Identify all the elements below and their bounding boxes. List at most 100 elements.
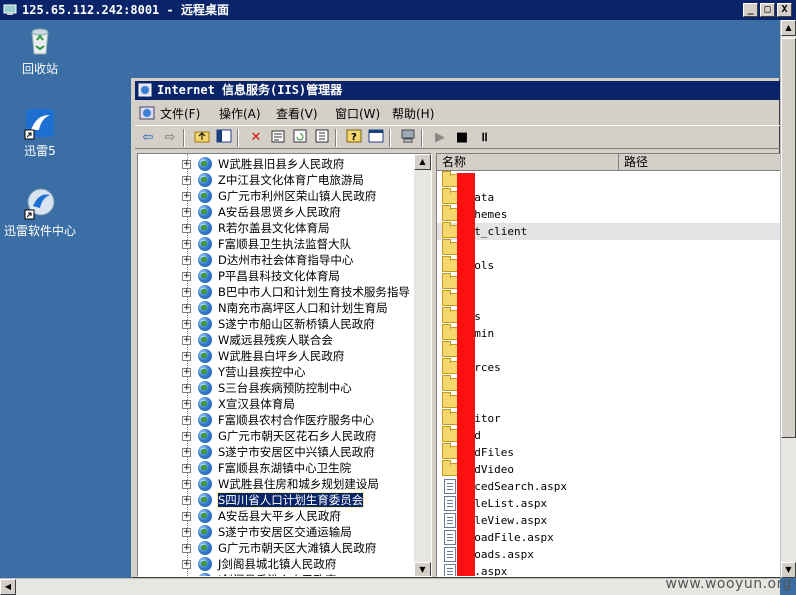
minimize-button[interactable]: _ [743, 3, 758, 17]
tree-item[interactable]: + S遂宁市安居区中兴镇人民政府 [138, 444, 414, 460]
computer-icon[interactable] [399, 129, 417, 147]
folder-row[interactable]: ls [437, 392, 780, 410]
folder-row[interactable]: ources [437, 358, 780, 376]
back-icon[interactable]: ⇦ [139, 129, 157, 147]
desktop-icon-thunder[interactable]: 迅雷5 [2, 106, 78, 158]
tree-vertical-scrollbar[interactable]: ▲ ▼ [414, 154, 431, 576]
expand-plus-icon[interactable]: + [182, 320, 191, 329]
up-folder-icon[interactable] [193, 129, 211, 147]
play-icon[interactable]: ▶ [431, 129, 449, 147]
remote-horizontal-scrollbar[interactable]: ◀ [0, 578, 780, 595]
expand-plus-icon[interactable]: + [182, 176, 191, 185]
folder-row[interactable]: Editor [437, 409, 780, 427]
expand-plus-icon[interactable]: + [182, 208, 191, 217]
scroll-down-arrow-icon[interactable]: ▼ [414, 562, 431, 576]
tree-item[interactable]: + S遂宁市安居区交通运输局 [138, 524, 414, 540]
expand-plus-icon[interactable]: + [182, 192, 191, 201]
folder-row[interactable]: oad [437, 426, 780, 444]
tree-item[interactable]: + A安岳县大平乡人民政府 [138, 508, 414, 524]
folder-row[interactable] [437, 341, 780, 359]
scroll-up-arrow-icon[interactable]: ▲ [781, 20, 796, 36]
tree-item[interactable]: + N南充市高坪区人口和计划生育局 [138, 300, 414, 316]
expand-plus-icon[interactable]: + [182, 352, 191, 361]
scroll-left-arrow-icon[interactable]: ◀ [0, 579, 16, 595]
folder-row[interactable] [437, 375, 780, 393]
expand-plus-icon[interactable]: + [182, 336, 191, 345]
tree-item[interactable]: + R若尔盖县文化体育局 [138, 220, 414, 236]
tree-item[interactable]: + S四川省人口计划生育委员会 [138, 492, 414, 508]
desktop-icon-recycle-bin[interactable]: 回收站 [2, 24, 78, 76]
tree-item[interactable]: + J剑阁县香淮乡人民政府 [138, 572, 414, 577]
scroll-thumb[interactable] [781, 38, 796, 438]
tree-item[interactable]: + D达州市社会体育指导中心 [138, 252, 414, 268]
tree-item[interactable]: + G广元市朝天区花石乡人民政府 [138, 428, 414, 444]
tree-item[interactable]: + F富顺县东湖镇中心卫生院 [138, 460, 414, 476]
expand-plus-icon[interactable]: + [182, 384, 191, 393]
tree-item[interactable]: + S遂宁市船山区新桥镇人民政府 [138, 316, 414, 332]
mmc-icon[interactable] [139, 105, 155, 121]
expand-plus-icon[interactable]: + [182, 464, 191, 473]
tree-item[interactable]: + B巴中市人口和计划生育技术服务指导 [138, 284, 414, 300]
remote-vertical-scrollbar[interactable]: ▲ ▼ [780, 20, 796, 578]
expand-plus-icon[interactable]: + [182, 304, 191, 313]
folder-row[interactable]: oadFiles [437, 443, 780, 461]
show-tree-icon[interactable] [215, 129, 233, 147]
delete-icon[interactable]: ✕ [247, 129, 265, 147]
file-row[interactable]: icleList.aspx [437, 495, 780, 512]
console-icon[interactable] [367, 129, 385, 147]
site-tree-pane[interactable]: + W武胜县旧县乡人民政府 + Z中江县文化体育广电旅游局 + G广元市利州区荣山镇人民政… [137, 153, 432, 577]
tree-item[interactable]: + X宣汉县体育局 [138, 396, 414, 412]
menu-action[interactable]: 操作(A) [219, 105, 261, 122]
restore-button[interactable]: □ [760, 3, 775, 17]
tree-item[interactable]: + W武胜县旧县乡人民政府 [138, 156, 414, 172]
stop-icon[interactable]: ■ [453, 129, 471, 147]
folder-row[interactable]: oadVideo [437, 460, 780, 478]
expand-plus-icon[interactable]: + [182, 544, 191, 553]
expand-plus-icon[interactable]: + [182, 224, 191, 233]
folder-row[interactable]: _Data [437, 188, 780, 206]
tree-item[interactable]: + P平昌县科技文化体育局 [138, 268, 414, 284]
expand-plus-icon[interactable]: + [182, 496, 191, 505]
folder-row[interactable]: net_client [437, 222, 780, 240]
file-row[interactable]: icleView.aspx [437, 512, 780, 529]
menu-window[interactable]: 窗口(W) [335, 105, 380, 122]
tree-item[interactable]: + Y营山县疾控中心 [138, 364, 414, 380]
properties-icon[interactable] [269, 129, 287, 147]
tree-item[interactable]: + F富顺县农村合作医疗服务中心 [138, 412, 414, 428]
forward-icon[interactable]: ⇨ [161, 129, 179, 147]
pause-icon[interactable]: ॥ [475, 129, 493, 147]
expand-plus-icon[interactable]: + [182, 528, 191, 537]
tree-item[interactable]: + W武胜县住房和城乡规划建设局 [138, 476, 414, 492]
menu-view[interactable]: 查看(V) [276, 105, 318, 122]
folder-row[interactable]: trols [437, 256, 780, 274]
file-row[interactable]: or.aspx [437, 563, 780, 576]
expand-plus-icon[interactable]: + [183, 576, 191, 577]
expand-plus-icon[interactable]: + [182, 432, 191, 441]
tree-item[interactable]: + W威远县残疾人联合会 [138, 332, 414, 348]
folder-row[interactable]: ges [437, 307, 780, 325]
tree-item[interactable]: + A安岳县思贤乡人民政府 [138, 204, 414, 220]
tree-item[interactable]: + G广元市利州区荣山镇人民政府 [138, 188, 414, 204]
export-icon[interactable] [313, 129, 331, 147]
expand-plus-icon[interactable]: + [182, 160, 191, 169]
column-header-name[interactable]: 名称 [437, 154, 619, 171]
file-row[interactable]: nloadFile.aspx [437, 529, 780, 546]
tree-item[interactable]: + G广元市朝天区大滩镇人民政府 [138, 540, 414, 556]
help-icon[interactable]: ? [345, 129, 363, 147]
expand-plus-icon[interactable]: + [182, 368, 191, 377]
desktop-icon-thunder-center[interactable]: 迅雷软件中心 [2, 186, 78, 238]
folder-row[interactable]: Admin [437, 324, 780, 342]
expand-plus-icon[interactable]: + [182, 240, 191, 249]
folder-row[interactable]: in [437, 171, 780, 189]
menu-help[interactable]: 帮助(H) [392, 105, 434, 122]
expand-plus-icon[interactable]: + [182, 400, 191, 409]
close-button[interactable]: X [777, 3, 792, 17]
file-row[interactable]: nloads.aspx [437, 546, 780, 563]
expand-plus-icon[interactable]: + [182, 416, 191, 425]
expand-plus-icon[interactable]: + [182, 272, 191, 281]
expand-plus-icon[interactable]: + [182, 288, 191, 297]
folder-row[interactable] [437, 273, 780, 291]
refresh-icon[interactable] [291, 129, 309, 147]
expand-plus-icon[interactable]: + [182, 512, 191, 521]
folder-row[interactable] [437, 239, 780, 257]
